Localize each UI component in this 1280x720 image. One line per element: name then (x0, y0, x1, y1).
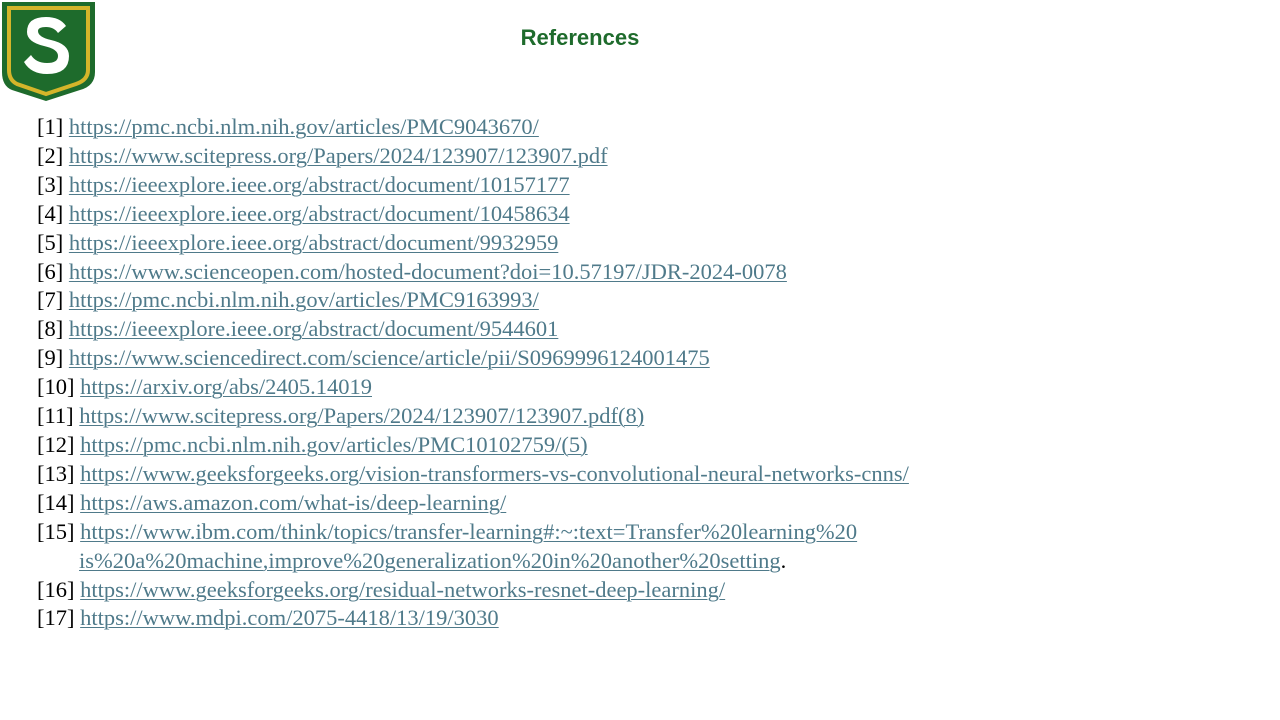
reference-link[interactable]: https://ieeexplore.ieee.org/abstract/doc… (69, 172, 570, 197)
reference-item: [17] https://www.mdpi.com/2075-4418/13/1… (37, 604, 909, 633)
reference-number: [9] (37, 345, 64, 371)
reference-item: [6] https://www.scienceopen.com/hosted-d… (37, 258, 909, 287)
reference-number: [2] (37, 142, 64, 168)
reference-link[interactable]: https://www.geeksforgeeks.org/vision-tra… (80, 461, 909, 486)
reference-link[interactable]: https://www.sciencedirect.com/science/ar… (69, 345, 710, 370)
reference-link[interactable]: https://ieeexplore.ieee.org/abstract/doc… (69, 230, 558, 255)
reference-link[interactable]: https://www.mdpi.com/2075-4418/13/19/303… (80, 605, 499, 630)
reference-continuation: is%20a%20machine,improve%20generalizatio… (37, 547, 909, 576)
reference-item: [9] https://www.sciencedirect.com/scienc… (37, 344, 909, 373)
reference-item: [10] https://arxiv.org/abs/2405.14019 (37, 373, 909, 402)
reference-item: [3] https://ieeexplore.ieee.org/abstract… (37, 171, 909, 200)
reference-item: [13] https://www.geeksforgeeks.org/visio… (37, 460, 909, 489)
reference-link[interactable]: https://pmc.ncbi.nlm.nih.gov/articles/PM… (80, 432, 587, 457)
reference-item: [11] https://www.scitepress.org/Papers/2… (37, 402, 909, 431)
reference-link[interactable]: https://www.scitepress.org/Papers/2024/1… (69, 143, 608, 168)
reference-link[interactable]: https://www.geeksforgeeks.org/residual-n… (80, 577, 725, 602)
reference-item: [16] https://www.geeksforgeeks.org/resid… (37, 576, 909, 605)
reference-number: [15] (37, 518, 75, 544)
reference-number: [5] (37, 229, 64, 255)
reference-link[interactable]: https://www.ibm.com/think/topics/transfe… (80, 519, 857, 544)
reference-number: [12] (37, 431, 75, 457)
reference-number: [11] (37, 403, 74, 429)
reference-item: [14] https://aws.amazon.com/what-is/deep… (37, 489, 909, 518)
reference-link[interactable]: https://aws.amazon.com/what-is/deep-lear… (80, 490, 506, 515)
page-title: References (520, 25, 640, 50)
reference-item: [15] https://www.ibm.com/think/topics/tr… (37, 518, 909, 576)
reference-suffix: . (780, 547, 787, 573)
reference-link-continued[interactable]: is%20a%20machine,improve%20generalizatio… (79, 548, 781, 573)
reference-number: [6] (37, 258, 64, 284)
reference-number: [1] (37, 114, 64, 139)
reference-list: [1] https://pmc.ncbi.nlm.nih.gov/article… (37, 113, 909, 633)
reference-number: [8] (37, 316, 64, 342)
reference-link[interactable]: https://arxiv.org/abs/2405.14019 (80, 374, 372, 399)
reference-item: [4] https://ieeexplore.ieee.org/abstract… (37, 200, 909, 229)
reference-item: [1] https://pmc.ncbi.nlm.nih.gov/article… (37, 113, 909, 142)
reference-item: [7] https://pmc.ncbi.nlm.nih.gov/article… (37, 286, 909, 315)
reference-number: [13] (37, 460, 75, 486)
reference-link[interactable]: https://ieeexplore.ieee.org/abstract/doc… (69, 201, 570, 226)
reference-link[interactable]: https://pmc.ncbi.nlm.nih.gov/articles/PM… (69, 114, 539, 139)
reference-item: [8] https://ieeexplore.ieee.org/abstract… (37, 315, 909, 344)
reference-number: [3] (37, 171, 64, 197)
reference-number: [16] (37, 576, 75, 602)
reference-item: [12] https://pmc.ncbi.nlm.nih.gov/articl… (37, 431, 909, 460)
reference-number: [10] (37, 374, 75, 400)
reference-number: [14] (37, 489, 75, 515)
reference-link[interactable]: https://ieeexplore.ieee.org/abstract/doc… (69, 316, 558, 341)
reference-number: [7] (37, 287, 64, 313)
reference-item: [5] https://ieeexplore.ieee.org/abstract… (37, 229, 909, 258)
reference-link[interactable]: https://www.scitepress.org/Papers/2024/1… (79, 403, 644, 428)
reference-number: [4] (37, 200, 64, 226)
reference-item: [2] https://www.scitepress.org/Papers/20… (37, 142, 909, 171)
reference-link[interactable]: https://pmc.ncbi.nlm.nih.gov/articles/PM… (69, 287, 539, 312)
reference-link[interactable]: https://www.scienceopen.com/hosted-docum… (69, 259, 787, 284)
reference-number: [17] (37, 605, 75, 631)
